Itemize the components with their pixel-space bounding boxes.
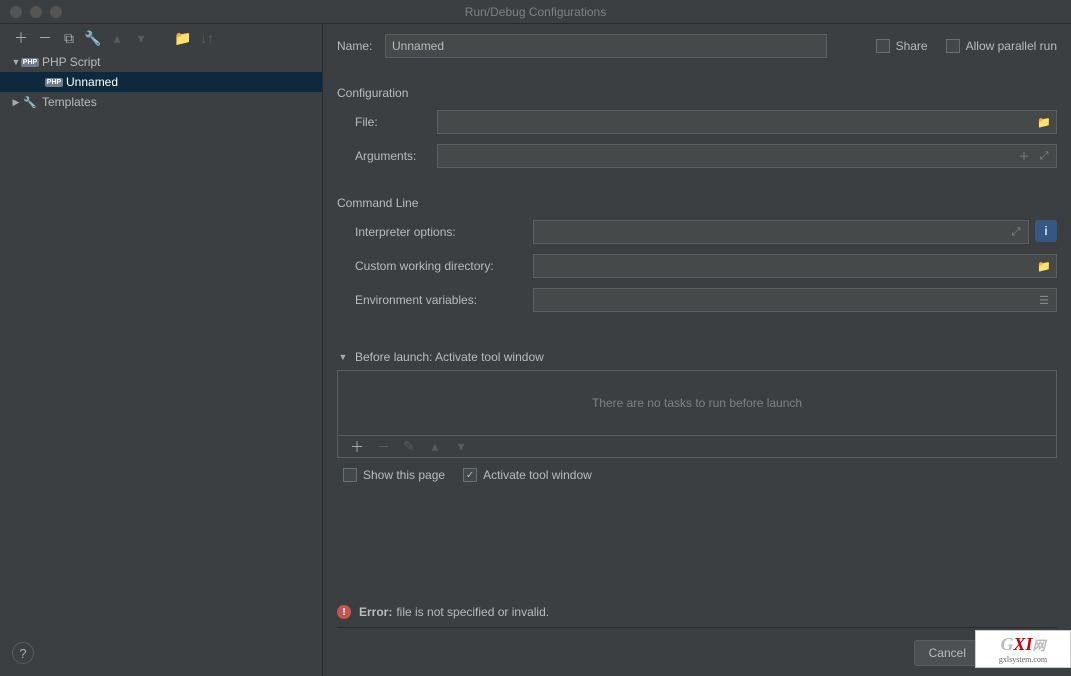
move-up-icon: ▴	[426, 438, 444, 456]
cancel-button[interactable]: Cancel	[914, 640, 981, 666]
add-icon[interactable]: ＋	[348, 438, 366, 456]
sort-icon: ↓↑	[198, 29, 216, 47]
checkbox-icon	[946, 39, 960, 53]
before-launch-header[interactable]: ▼ Before launch: Activate tool window	[337, 350, 1057, 364]
tree-label: PHP Script	[42, 55, 100, 69]
folder-open-icon[interactable]: 📁	[1036, 114, 1052, 130]
window-title: Run/Debug Configurations	[465, 5, 606, 19]
chevron-right-icon: ▶	[10, 97, 22, 108]
edit-icon: ✎	[400, 438, 418, 456]
activate-tool-window-checkbox[interactable]: ✓ Activate tool window	[463, 468, 592, 482]
error-prefix: Error:	[359, 605, 392, 619]
share-label: Share	[896, 39, 928, 53]
add-icon[interactable]: ＋	[1016, 148, 1032, 164]
interpreter-options-input[interactable]: ⤢	[533, 220, 1029, 244]
folder-icon[interactable]: 📁	[174, 29, 192, 47]
expand-icon[interactable]: ⤢	[1036, 148, 1052, 164]
php-script-icon: PHP	[46, 74, 62, 90]
env-label: Environment variables:	[337, 293, 533, 307]
checkbox-checked-icon: ✓	[463, 468, 477, 482]
tree-label: Unnamed	[66, 75, 118, 89]
php-script-icon: PHP	[22, 54, 38, 70]
titlebar: Run/Debug Configurations	[0, 0, 1071, 24]
allow-parallel-label: Allow parallel run	[966, 39, 1057, 53]
move-down-icon: ▾	[132, 29, 150, 47]
remove-icon: －	[374, 438, 392, 456]
error-message: file is not specified or invalid.	[396, 605, 549, 619]
before-launch-label: Before launch: Activate tool window	[355, 350, 544, 364]
launch-empty-text: There are no tasks to run before launch	[338, 371, 1056, 435]
arguments-input[interactable]: ＋ ⤢	[437, 144, 1057, 168]
window-controls[interactable]	[10, 6, 62, 18]
tree-label: Templates	[42, 95, 97, 109]
tree-node-unnamed[interactable]: PHP Unnamed	[0, 72, 322, 92]
show-this-page-checkbox[interactable]: Show this page	[343, 468, 445, 482]
maximize-window-icon[interactable]	[50, 6, 62, 18]
move-up-icon: ▴	[108, 29, 126, 47]
cwd-input[interactable]: 📁	[533, 254, 1057, 278]
close-window-icon[interactable]	[10, 6, 22, 18]
file-input[interactable]: 📁	[437, 110, 1057, 134]
file-label: File:	[337, 115, 437, 129]
wrench-icon: 🔧	[22, 94, 38, 110]
launch-toolbar: ＋ － ✎ ▴ ▾	[338, 435, 1056, 457]
chevron-down-icon: ▼	[337, 352, 349, 362]
content-panel: Name: Share Allow parallel run Configura…	[323, 24, 1071, 676]
folder-open-icon[interactable]: 📁	[1036, 258, 1052, 274]
list-icon[interactable]: ☰	[1036, 292, 1052, 308]
name-label: Name:	[337, 39, 385, 53]
info-button[interactable]: i	[1035, 220, 1057, 242]
before-launch-tasks: There are no tasks to run before launch …	[337, 370, 1057, 458]
interpreter-options-label: Interpreter options:	[337, 225, 533, 239]
copy-icon[interactable]: ⧉	[60, 29, 78, 47]
sidebar-toolbar: ＋ － ⧉ 🔧 ▴ ▾ 📁 ↓↑	[0, 24, 322, 52]
tree-node-templates[interactable]: ▶ 🔧 Templates	[0, 92, 322, 112]
tree-node-php-script[interactable]: ▼ PHP PHP Script	[0, 52, 322, 72]
config-tree: ▼ PHP PHP Script PHP Unnamed ▶ 🔧 Templat…	[0, 52, 322, 676]
move-down-icon: ▾	[452, 438, 470, 456]
error-icon: !	[337, 605, 351, 619]
arguments-label: Arguments:	[337, 149, 437, 163]
expand-icon[interactable]: ⤢	[1008, 224, 1024, 240]
wrench-icon[interactable]: 🔧	[84, 29, 102, 47]
env-input[interactable]: ☰	[533, 288, 1057, 312]
minimize-window-icon[interactable]	[30, 6, 42, 18]
checkbox-icon	[343, 468, 357, 482]
checkbox-icon	[876, 39, 890, 53]
name-input[interactable]	[385, 34, 827, 58]
add-icon[interactable]: ＋	[12, 29, 30, 47]
section-configuration: Configuration	[337, 86, 1057, 100]
allow-parallel-checkbox[interactable]: Allow parallel run	[946, 39, 1057, 53]
cwd-label: Custom working directory:	[337, 259, 533, 273]
help-button[interactable]: ?	[12, 642, 34, 664]
sidebar: ＋ － ⧉ 🔧 ▴ ▾ 📁 ↓↑ ▼ PHP PHP Script PHP Un…	[0, 24, 323, 676]
share-checkbox[interactable]: Share	[876, 39, 928, 53]
section-command-line: Command Line	[337, 196, 1057, 210]
remove-icon[interactable]: －	[36, 29, 54, 47]
error-bar: ! Error: file is not specified or invali…	[337, 605, 1057, 628]
watermark-logo: GXI网 gxlsystem.com	[975, 630, 1071, 668]
show-this-page-label: Show this page	[363, 468, 445, 482]
activate-tool-window-label: Activate tool window	[483, 468, 592, 482]
